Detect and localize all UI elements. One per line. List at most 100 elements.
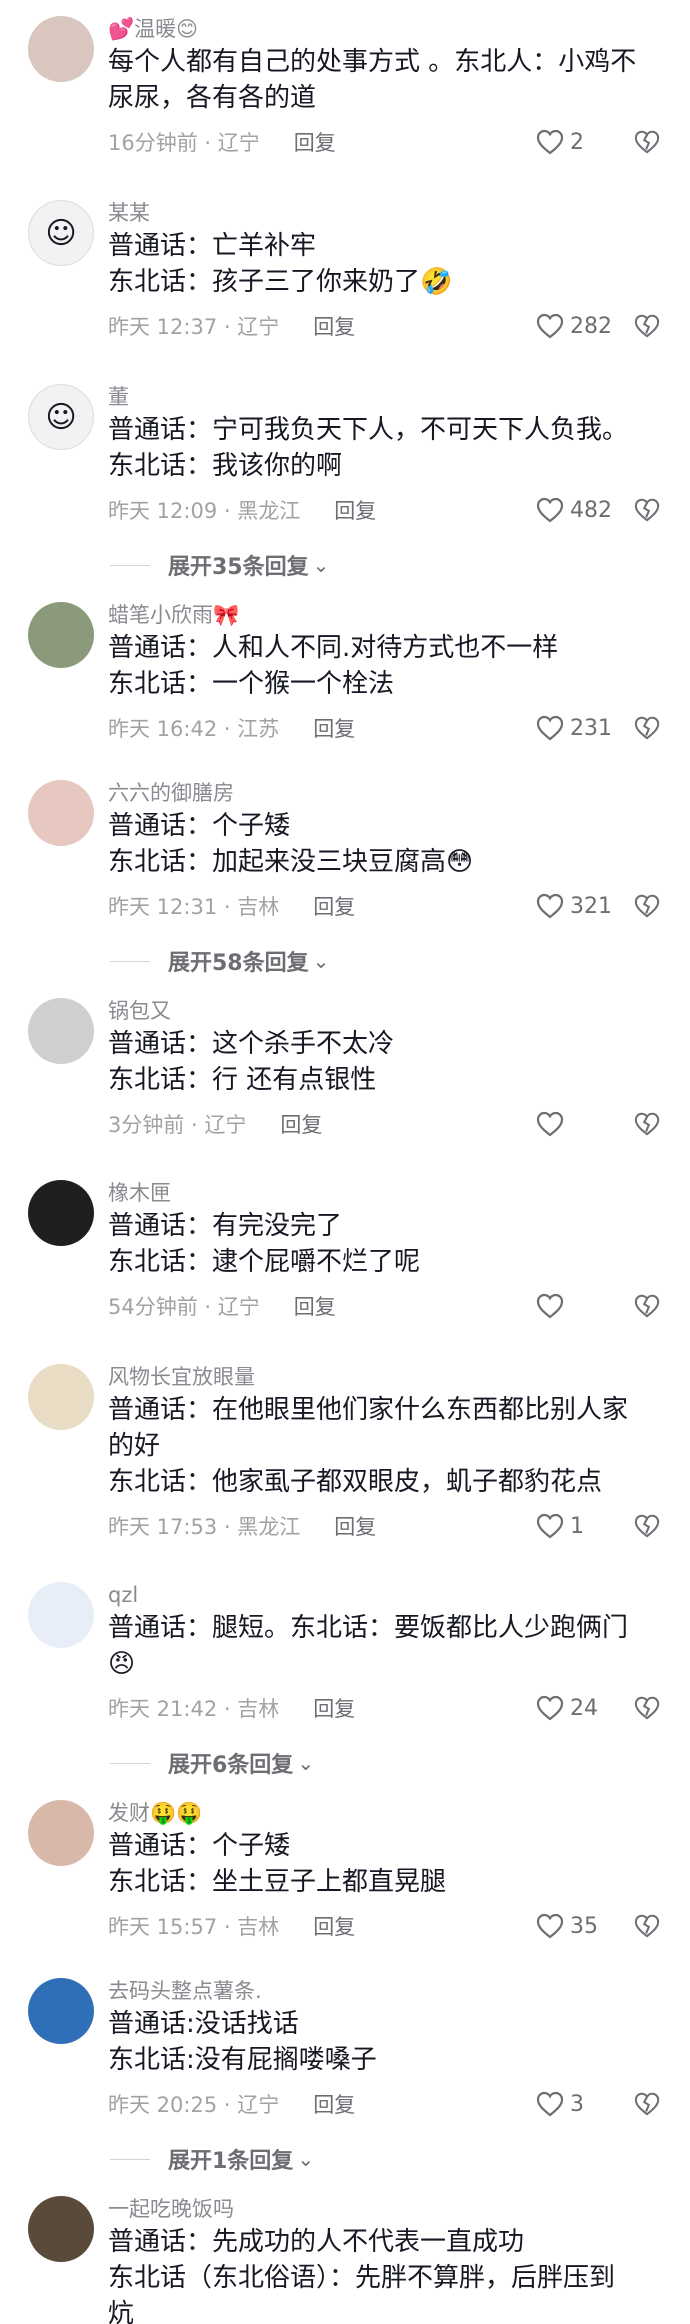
comment-time-location: 昨天 17:53 · 黑龙江 <box>108 1515 301 1539</box>
broken-heart-icon <box>634 1293 660 1319</box>
chevron-down-icon: ⌄ <box>312 949 330 973</box>
comment-text-line: 普通话：有完没完了 <box>108 1211 343 1241</box>
comment-text-line: 😠 <box>108 1649 136 1679</box>
reply-button[interactable]: 回复 <box>294 1291 336 1321</box>
heart-outline-icon <box>536 313 570 339</box>
expand-replies-label: 展开35条回复 <box>168 555 309 580</box>
avatar[interactable]: ☺ <box>28 384 94 450</box>
username[interactable]: 去码头整点薯条. <box>108 1976 660 2006</box>
dislike-button[interactable] <box>626 2091 660 2117</box>
username[interactable]: 橡木匣 <box>108 1178 660 1208</box>
expand-replies-button[interactable]: 展开58条回复 ⌄ <box>0 926 690 996</box>
reply-button[interactable]: 回复 <box>313 1693 355 1723</box>
comment-meta: 54分钟前 · 辽宁 回复 <box>108 1286 660 1326</box>
username[interactable]: 💕温暖😊 <box>108 14 660 44</box>
comment-item: 一起吃晚饭吗 普通话：先成功的人不代表一直成功 东北话（东北俗语）：先胖不算胖，后胖… <box>0 2194 690 2324</box>
dislike-button[interactable] <box>626 1513 660 1539</box>
reply-button[interactable]: 回复 <box>313 713 355 743</box>
like-button[interactable] <box>536 1293 626 1319</box>
expand-replies-label: 展开1条回复 <box>168 2149 294 2174</box>
dislike-button[interactable] <box>626 1111 660 1137</box>
avatar[interactable] <box>28 1800 94 1866</box>
heart-outline-icon <box>536 715 570 741</box>
avatar[interactable] <box>28 1582 94 1648</box>
like-count: 231 <box>570 715 612 741</box>
username[interactable]: 锅包又 <box>108 996 660 1026</box>
like-button[interactable] <box>536 1111 626 1137</box>
comment-text: 普通话：亡羊补牢 东北话：孩子三了你来奶了🤣 <box>108 228 660 300</box>
avatar[interactable] <box>28 602 94 668</box>
reply-button[interactable]: 回复 <box>334 495 376 525</box>
username[interactable]: 董 <box>108 382 660 412</box>
expand-replies-button[interactable]: 展开35条回复 ⌄ <box>0 530 690 600</box>
like-button[interactable]: 24 <box>536 1695 626 1721</box>
expand-replies-button[interactable]: 展开6条回复 ⌄ <box>0 1728 690 1798</box>
like-button[interactable]: 35 <box>536 1913 626 1939</box>
heart-outline-icon <box>536 893 570 919</box>
like-button[interactable]: 282 <box>536 313 626 339</box>
expand-replies-button[interactable]: 展开1条回复 ⌄ <box>0 2124 690 2194</box>
comment-text: 每个人都有自己的处事方式 。东北人：小鸡不 尿尿，各有各的道 <box>108 44 660 116</box>
comment-text-line: 普通话：在他眼里他们家什么东西都比别人家 <box>108 1395 629 1425</box>
comment-time-location: 昨天 20:25 · 辽宁 <box>108 2093 280 2117</box>
username[interactable]: 某某 <box>108 198 660 228</box>
comment-time-location: 昨天 12:31 · 吉林 <box>108 895 280 919</box>
avatar[interactable] <box>28 2196 94 2262</box>
avatar[interactable]: ☺ <box>28 200 94 266</box>
dislike-button[interactable] <box>626 313 660 339</box>
comment-text-line: 东北话：他家虱子都双眼皮，虮子都豹花点 <box>108 1467 603 1497</box>
like-button[interactable]: 2 <box>536 129 626 155</box>
dislike-button[interactable] <box>626 715 660 741</box>
username[interactable]: 风物长宜放眼量 <box>108 1362 660 1392</box>
comment-text-line: 的好 <box>108 1431 161 1461</box>
like-button[interactable]: 3 <box>536 2091 626 2117</box>
avatar[interactable] <box>28 998 94 1064</box>
dislike-button[interactable] <box>626 1293 660 1319</box>
avatar[interactable] <box>28 1180 94 1246</box>
username[interactable]: 一起吃晚饭吗 <box>108 2194 660 2224</box>
dislike-button[interactable] <box>626 893 660 919</box>
broken-heart-icon <box>634 1695 660 1721</box>
comment-meta: 昨天 21:42 · 吉林 回复 24 <box>108 1688 660 1728</box>
comment-text: 普通话：人和人不同.对待方式也不一样 东北话：一个猴一个栓法 <box>108 630 660 702</box>
username[interactable]: 六六的御膳房 <box>108 778 660 808</box>
dislike-button[interactable] <box>626 497 660 523</box>
reply-button[interactable]: 回复 <box>313 1911 355 1941</box>
comment-text-line: 普通话：先成功的人不代表一直成功 <box>108 2227 525 2257</box>
username[interactable]: 发财🤑🤑 <box>108 1798 660 1828</box>
comment-time-location: 昨天 15:57 · 吉林 <box>108 1915 280 1939</box>
reply-button[interactable]: 回复 <box>294 127 336 157</box>
reply-button[interactable]: 回复 <box>334 1511 376 1541</box>
avatar[interactable] <box>28 1364 94 1430</box>
reply-button[interactable]: 回复 <box>280 1109 322 1139</box>
reply-button[interactable]: 回复 <box>313 311 355 341</box>
comment-time-location: 昨天 12:37 · 辽宁 <box>108 315 280 339</box>
comment-item: ☺ 某某 普通话：亡羊补牢 东北话：孩子三了你来奶了🤣 昨天 12:37 · 辽宁 回复 2… <box>0 198 690 346</box>
comment-item: 橡木匣 普通话：有完没完了 东北话：逮个屁嚼不烂了呢 54分钟前 · 辽宁 回复 <box>0 1178 690 1326</box>
avatar[interactable] <box>28 1978 94 2044</box>
comment-text: 普通话:没话找话 东北话:没有屁搁喽嗓子 <box>108 2006 660 2078</box>
avatar[interactable] <box>28 16 94 82</box>
like-count: 35 <box>570 1913 598 1939</box>
broken-heart-icon <box>634 1111 660 1137</box>
like-count: 482 <box>570 497 612 523</box>
comment-text-line: 东北话：加起来没三块豆腐高😳 <box>108 847 474 877</box>
like-button[interactable]: 231 <box>536 715 626 741</box>
like-button[interactable]: 482 <box>536 497 626 523</box>
like-count: 24 <box>570 1695 598 1721</box>
like-button[interactable]: 1 <box>536 1513 626 1539</box>
comment-text: 普通话：个子矮 东北话：加起来没三块豆腐高😳 <box>108 808 660 880</box>
dislike-button[interactable] <box>626 1913 660 1939</box>
username[interactable]: 蜡笔小欣雨🎀 <box>108 600 660 630</box>
avatar[interactable] <box>28 780 94 846</box>
dislike-button[interactable] <box>626 129 660 155</box>
broken-heart-icon <box>634 1913 660 1939</box>
broken-heart-icon <box>634 893 660 919</box>
like-button[interactable]: 321 <box>536 893 626 919</box>
reply-button[interactable]: 回复 <box>313 891 355 921</box>
username[interactable]: qzl <box>108 1580 660 1610</box>
reply-button[interactable]: 回复 <box>313 2089 355 2119</box>
comment-time-location: 3分钟前 · 辽宁 <box>108 1113 247 1137</box>
comment-text: 普通话：有完没完了 东北话：逮个屁嚼不烂了呢 <box>108 1208 660 1280</box>
dislike-button[interactable] <box>626 1695 660 1721</box>
